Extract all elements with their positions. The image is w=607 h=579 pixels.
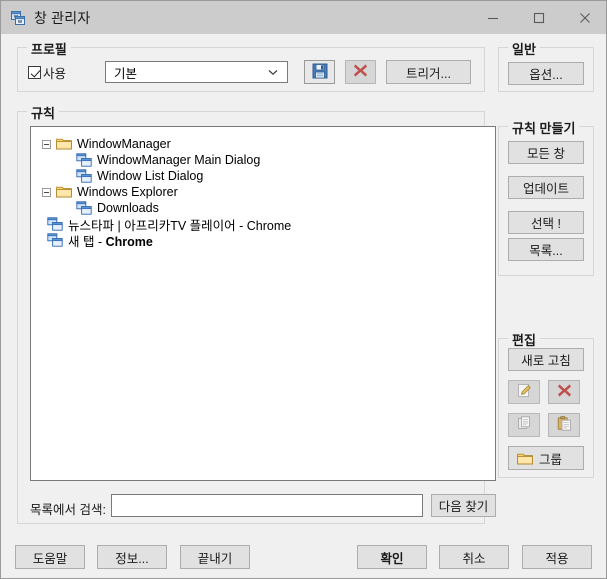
exit-button[interactable]: 끝내기 <box>180 545 250 569</box>
window-controls <box>470 1 606 34</box>
profile-use-label: 사용 <box>43 67 67 81</box>
refresh-button[interactable]: 새로 고침 <box>508 348 584 371</box>
help-button[interactable]: 도움말 <box>15 545 85 569</box>
tree-item[interactable]: Windows Explorer <box>31 184 495 200</box>
tree-item[interactable]: WindowManager <box>31 136 495 152</box>
search-in-list-label: 목록에서 검색: <box>30 503 106 517</box>
window-icon <box>47 233 63 247</box>
paste-icon <box>557 416 572 434</box>
profile-save-button[interactable] <box>304 60 335 84</box>
maximize-icon[interactable] <box>516 1 562 34</box>
minimize-icon[interactable] <box>470 1 516 34</box>
update-button[interactable]: 업데이트 <box>508 176 584 199</box>
window-title: 창 관리자 <box>34 9 91 26</box>
folder-icon <box>56 185 72 199</box>
tree-expander-collapse-icon[interactable] <box>42 139 51 149</box>
delete-x-icon <box>353 63 368 81</box>
delete-rule-button[interactable] <box>548 380 580 404</box>
profile-trigger-button[interactable]: 트리거... <box>386 60 471 84</box>
close-icon[interactable] <box>562 1 606 34</box>
window-icon <box>76 169 92 183</box>
paste-rule-button[interactable] <box>548 413 580 437</box>
profile-delete-button[interactable] <box>345 60 376 84</box>
tree-item-label: WindowManager Main Dialog <box>97 153 261 167</box>
search-input[interactable] <box>111 494 423 517</box>
apply-button[interactable]: 적용 <box>522 545 592 569</box>
create-rules-group-title: 규칙 만들기 <box>508 118 580 137</box>
folder-icon <box>517 452 533 465</box>
tree-item-label: WindowManager <box>77 137 171 151</box>
copy-icon <box>517 416 532 434</box>
tree-item-label: Downloads <box>97 201 159 215</box>
all-windows-button[interactable]: 모든 창 <box>508 141 584 164</box>
rules-group-title: 규칙 <box>27 103 59 122</box>
group-button[interactable]: 그룹 <box>508 446 584 470</box>
profile-combo-value: 기본 <box>114 66 138 81</box>
tree-item[interactable]: WindowManager Main Dialog <box>31 152 495 168</box>
select-button[interactable]: 선택 ! <box>508 211 584 234</box>
rules-treeview[interactable]: WindowManager WindowManager Main Dialog … <box>30 126 496 481</box>
tree-expander-collapse-icon[interactable] <box>42 187 51 197</box>
general-options-button[interactable]: 옵션... <box>508 62 584 85</box>
edit-group-title: 편집 <box>508 330 540 349</box>
tree-item[interactable]: 새 탭 - Chrome <box>31 232 495 249</box>
window-icon <box>76 153 92 167</box>
about-button[interactable]: 정보... <box>97 545 167 569</box>
tree-item-label: 새 탭 - Chrome <box>68 234 153 249</box>
profile-use-checkbox[interactable]: 사용 <box>28 63 66 82</box>
title-bar: W W 창 관리자 <box>1 1 606 34</box>
folder-icon <box>56 137 72 151</box>
pencil-edit-icon <box>517 383 532 401</box>
delete-x-icon <box>557 383 572 401</box>
find-next-button[interactable]: 다음 찾기 <box>431 494 496 517</box>
profile-combo[interactable]: 기본 <box>105 61 288 83</box>
chevron-down-icon[interactable] <box>268 63 278 81</box>
checkbox-box[interactable] <box>28 66 41 79</box>
window-icon <box>47 217 63 231</box>
tree-item-label: Windows Explorer <box>77 185 178 199</box>
window-manager-icon: W W <box>10 10 26 26</box>
tree-item[interactable]: Window List Dialog <box>31 168 495 184</box>
copy-rule-button[interactable] <box>508 413 540 437</box>
window-icon <box>76 201 92 215</box>
cancel-button[interactable]: 취소 <box>439 545 509 569</box>
profile-group-title: 프로필 <box>27 39 71 58</box>
general-group-title: 일반 <box>508 39 540 58</box>
tree-item-label: Window List Dialog <box>97 169 204 183</box>
list-button[interactable]: 목록... <box>508 238 584 261</box>
save-floppy-icon <box>312 63 328 82</box>
window-manager-dialog: W W 창 관리자 프로필 사용 기본 <box>0 0 607 579</box>
group-button-label: 그룹 <box>539 452 563 467</box>
ok-button[interactable]: 확인 <box>357 545 427 569</box>
edit-rule-button[interactable] <box>508 380 540 404</box>
